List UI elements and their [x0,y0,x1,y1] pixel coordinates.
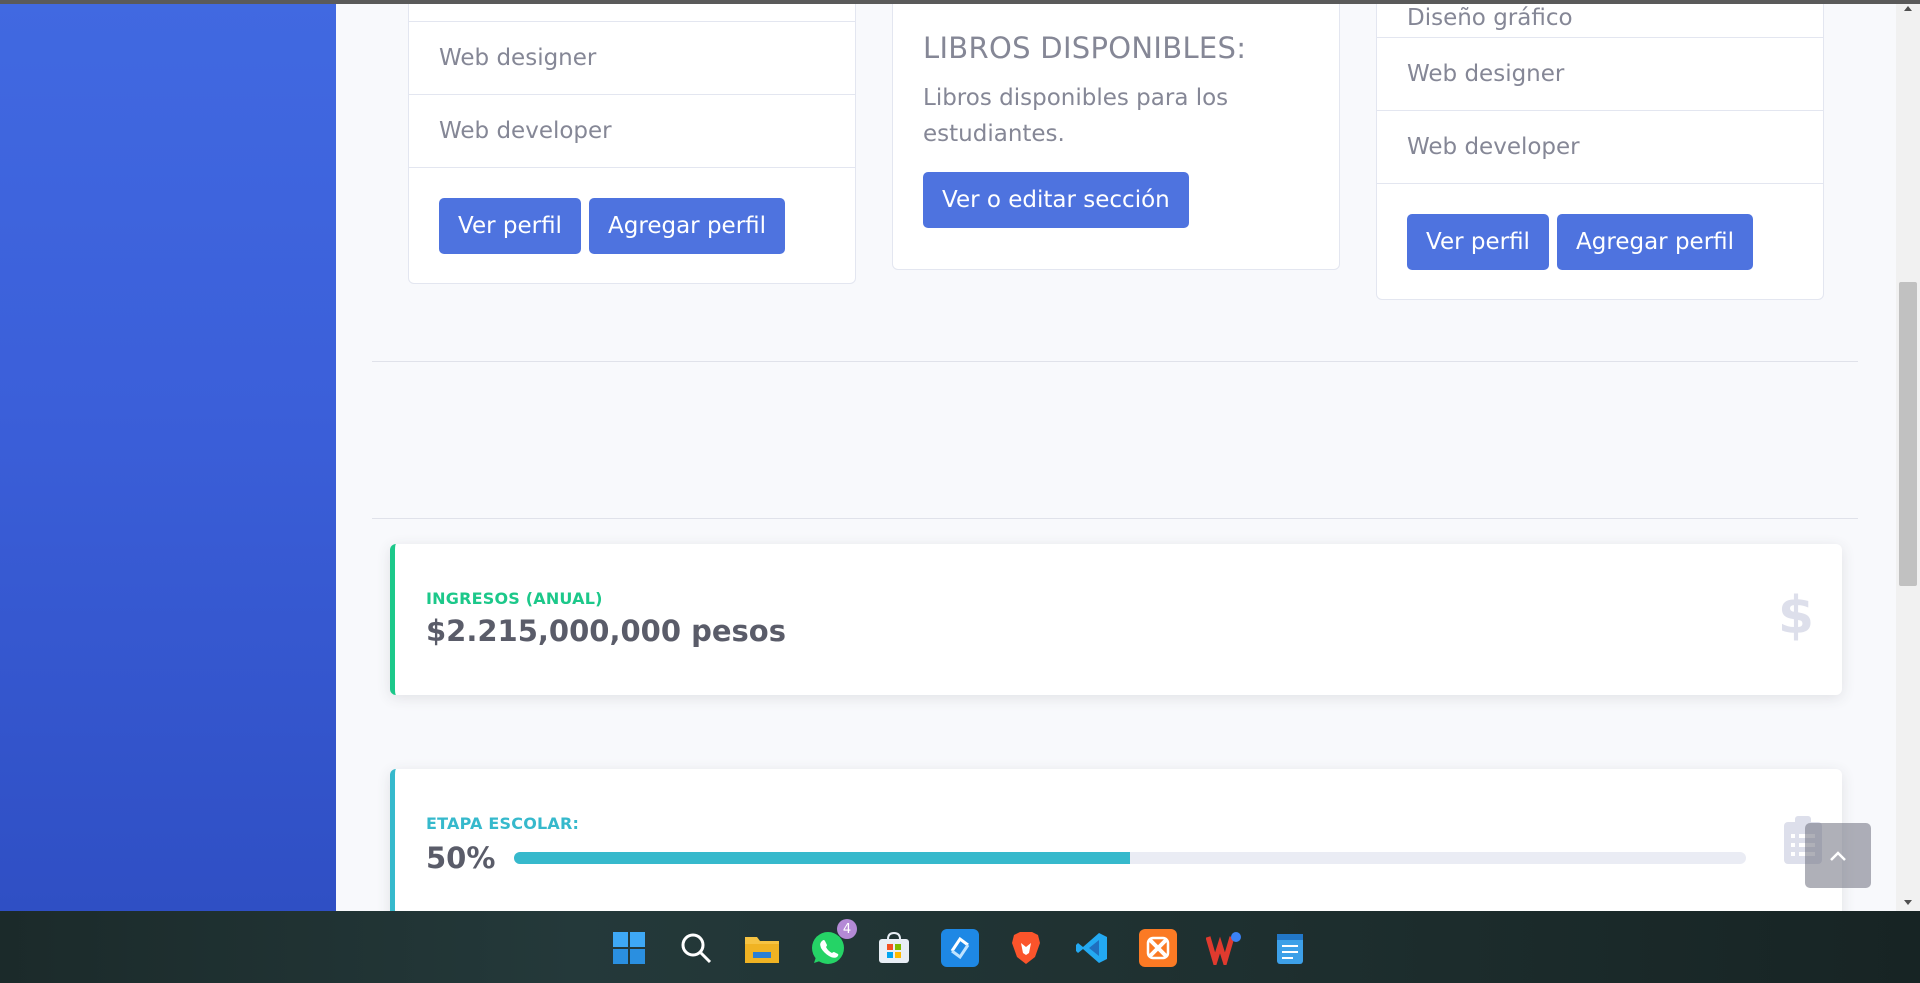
progress-fill [514,852,1130,864]
main-content: Web designer Web developer Ver perfil Ag… [336,0,1896,911]
search-icon[interactable] [677,929,715,967]
file-explorer-icon[interactable] [743,929,781,967]
profile-card-left: Web designer Web developer Ver perfil Ag… [408,0,856,284]
profile-card-right: Diseño gráfico Web designer Web develope… [1376,0,1824,300]
sidebar [0,0,336,911]
notification-badge: 4 [837,919,857,939]
start-icon[interactable] [610,929,648,967]
card-text: Libros disponibles para los estudiantes. [923,85,1229,147]
whatsapp-icon[interactable]: 4 [809,919,857,967]
xampp-icon[interactable] [1139,929,1177,967]
view-edit-section-button[interactable]: Ver o editar sección [923,172,1189,228]
progress-bar [514,852,1746,864]
dollar-icon: $ [1777,586,1814,646]
page-scrollbar[interactable] [1896,0,1920,911]
list-item-label: Diseño gráfico [1407,5,1573,31]
list-item: Web designer [1377,38,1823,111]
school-stage-card: ETAPA ESCOLAR: 50% [390,769,1842,911]
list-item-label: Web developer [439,118,612,144]
notepad-icon[interactable] [1271,929,1309,967]
view-profile-button[interactable]: Ver perfil [1407,214,1549,270]
vscode-icon[interactable] [1073,929,1111,967]
wps-office-icon[interactable] [1205,929,1243,967]
brave-browser-icon[interactable] [1007,929,1045,967]
scrollbar-down-arrow[interactable] [1896,895,1920,911]
chevron-up-icon [1830,850,1846,861]
store-icon[interactable] [875,929,913,967]
income-label: INGRESOS (ANUAL) [426,589,603,608]
divider [372,518,1858,519]
income-card: INGRESOS (ANUAL) $2.215,000,000 pesos $ [390,544,1842,695]
list-item-label: Web designer [439,45,597,71]
list-item: Web developer [1377,111,1823,184]
stage-percent: 50% [426,841,496,875]
card-title: LIBROS DISPONIBLES: [923,31,1247,65]
windows-taskbar: 4 [0,911,1920,983]
scroll-to-top-button[interactable] [1805,823,1871,888]
card-actions: Ver perfil Agregar perfil [409,168,855,254]
divider [372,361,1858,362]
sync-app-icon[interactable] [941,929,979,967]
income-value: $2.215,000,000 pesos [426,614,786,648]
list-item-label: Web designer [1407,61,1565,87]
list-item: Web developer [409,95,855,168]
books-card: LIBROS DISPONIBLES: Libros disponibles p… [892,0,1340,270]
add-profile-button[interactable]: Agregar perfil [1557,214,1754,270]
window-top-edge [0,0,1920,4]
stage-label: ETAPA ESCOLAR: [426,814,580,833]
list-item: Web designer [409,22,855,95]
scrollbar-thumb[interactable] [1899,282,1917,586]
add-profile-button[interactable]: Agregar perfil [589,198,786,254]
list-item: Diseño gráfico [1377,0,1823,38]
list-item-label: Web developer [1407,134,1580,160]
view-profile-button[interactable]: Ver perfil [439,198,581,254]
card-actions: Ver perfil Agregar perfil [1377,184,1823,270]
